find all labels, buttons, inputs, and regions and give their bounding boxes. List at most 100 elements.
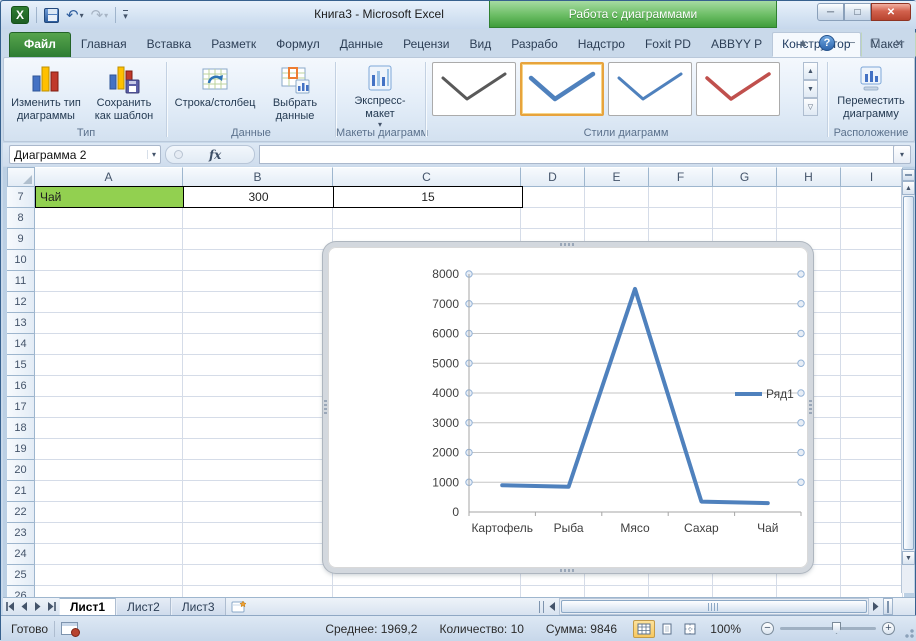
tab-разметк[interactable]: Разметк [201,32,266,57]
undo-button[interactable]: ↶▾ [64,5,86,25]
column-header-D[interactable]: D [521,167,585,187]
collapse-ribbon-icon[interactable]: ▲ [795,36,811,50]
vertical-split-handle[interactable] [902,169,915,181]
tab-рецензи[interactable]: Рецензи [393,32,459,57]
chart-area[interactable]: 010002000300040005000600070008000Картофе… [328,247,808,568]
column-header-H[interactable]: H [777,167,841,187]
next-sheet-icon[interactable] [31,598,45,615]
cell-C7[interactable]: 15 [333,186,523,208]
close-button[interactable]: ✕ [871,3,911,21]
vertical-scroll-thumb[interactable] [903,196,914,550]
row-header-20[interactable]: 20 [7,460,35,481]
formula-input[interactable] [259,145,895,164]
chart-grip-bottom[interactable] [560,569,576,572]
row-header-11[interactable]: 11 [7,271,35,292]
zoom-in-icon[interactable]: + [882,622,895,635]
tab-abbyy-p[interactable]: ABBYY P [701,32,772,57]
column-header-E[interactable]: E [585,167,649,187]
gallery-more-icon[interactable]: ▽ [803,98,818,116]
customize-qat-button[interactable]: ▾ [121,5,130,25]
move-chart-button[interactable]: Переместить диаграмму [832,61,910,125]
tab-главная[interactable]: Главная [71,32,137,57]
select-all-corner[interactable] [7,167,35,187]
workbook-close-icon[interactable]: ✕ [891,36,907,50]
scroll-right-icon[interactable] [869,598,883,615]
row-header-17[interactable]: 17 [7,397,35,418]
chart-grip-top[interactable] [560,243,576,246]
column-header-A[interactable]: A [35,167,183,187]
column-header-B[interactable]: B [183,167,333,187]
last-sheet-icon[interactable] [45,598,59,615]
row-header-10[interactable]: 10 [7,250,35,271]
quick-layout-button[interactable]: Экспресс-макет ▾ [340,61,420,125]
tab-разрабо[interactable]: Разрабо [501,32,568,57]
column-header-C[interactable]: C [333,167,521,187]
row-header-8[interactable]: 8 [7,208,35,229]
row-header-9[interactable]: 9 [7,229,35,250]
window-resize-grip[interactable] [902,626,914,638]
row-header-26[interactable]: 26 [7,586,35,597]
row-header-24[interactable]: 24 [7,544,35,565]
row-header-25[interactable]: 25 [7,565,35,586]
save-button[interactable] [42,5,61,25]
tab-надстро[interactable]: Надстро [568,32,635,57]
chart-grip-right[interactable] [809,400,812,416]
gallery-down-icon[interactable]: ▼ [803,80,818,98]
sheet-tab-лист3[interactable]: Лист3 [171,598,226,615]
row-header-21[interactable]: 21 [7,481,35,502]
tab-вид[interactable]: Вид [460,32,502,57]
macro-record-icon[interactable] [61,622,78,635]
row-header-12[interactable]: 12 [7,292,35,313]
row-header-18[interactable]: 18 [7,418,35,439]
horizontal-scroll-track[interactable] [559,598,869,615]
row-header-7[interactable]: 7 [7,187,35,208]
save-as-template-button[interactable]: Сохранить как шаблон [86,61,162,125]
horizontal-split-handle[interactable] [883,598,893,615]
row-header-13[interactable]: 13 [7,313,35,334]
redo-button[interactable]: ↷▾ [89,5,111,25]
row-header-22[interactable]: 22 [7,502,35,523]
tab-split-handle[interactable] [538,598,545,615]
style-gray-line[interactable] [432,62,516,116]
row-header-15[interactable]: 15 [7,355,35,376]
workbook-restore-icon[interactable]: ❐ [867,36,883,50]
scroll-up-icon[interactable]: ▲ [902,181,915,195]
row-header-14[interactable]: 14 [7,334,35,355]
cell-B7[interactable]: 300 [183,186,334,208]
workbook-minimize-icon[interactable]: ─ [843,36,859,50]
page-break-view-button[interactable] [679,620,701,638]
expand-formula-bar-icon[interactable]: ▾ [893,145,911,164]
scroll-left-icon[interactable] [545,598,559,615]
insert-function-icon[interactable]: fx [209,148,221,162]
zoom-slider-thumb[interactable] [832,622,841,634]
row-header-23[interactable]: 23 [7,523,35,544]
style-blue-line-bold[interactable] [520,62,604,116]
cell-A7[interactable]: Чай [35,186,184,208]
sheet-tab-лист2[interactable]: Лист2 [116,598,171,615]
row-header-19[interactable]: 19 [7,439,35,460]
row-header-16[interactable]: 16 [7,376,35,397]
minimize-button[interactable]: ─ [817,3,844,21]
scroll-down-icon[interactable]: ▼ [902,551,915,565]
chevron-down-icon[interactable]: ▾ [147,150,156,159]
normal-view-button[interactable] [633,620,655,638]
page-layout-view-button[interactable] [656,620,678,638]
zoom-out-icon[interactable]: − [761,622,774,635]
excel-logo-icon[interactable]: X [9,5,31,25]
vertical-scrollbar[interactable]: ▲ ▼ [901,169,914,593]
prev-sheet-icon[interactable] [17,598,31,615]
tab-формул[interactable]: Формул [266,32,330,57]
chart-object[interactable]: 010002000300040005000600070008000Картофе… [323,242,813,573]
style-blue-line[interactable] [608,62,692,116]
maximize-button[interactable]: □ [844,3,871,21]
help-icon[interactable]: ? [819,35,835,51]
tab-foxit-pd[interactable]: Foxit PD [635,32,701,57]
chart-grip-left[interactable] [324,400,327,416]
column-header-I[interactable]: I [841,167,903,187]
tab-вставка[interactable]: Вставка [137,32,202,57]
style-red-line[interactable] [696,62,780,116]
first-sheet-icon[interactable] [3,598,17,615]
zoom-level[interactable]: 100% [710,622,741,636]
switch-row-column-button[interactable]: Строка/столбец [172,61,258,125]
insert-worksheet-icon[interactable] [226,598,252,615]
